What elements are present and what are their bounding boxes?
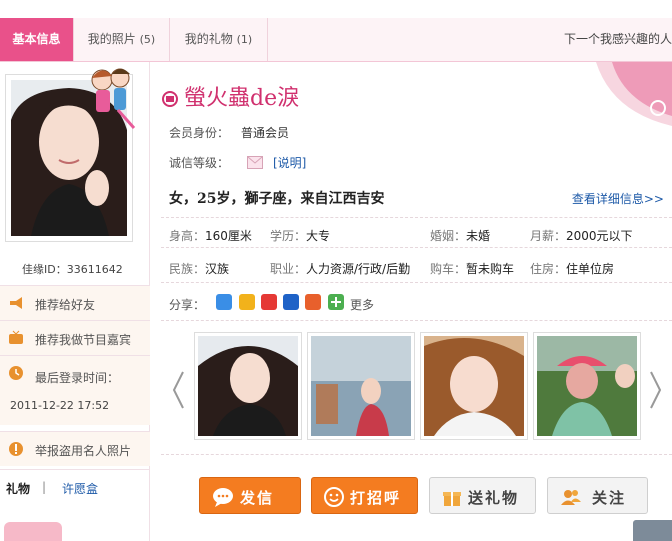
ethnicity-field: 民族：汉族 — [169, 260, 229, 277]
share-more-link[interactable]: 更多 — [350, 296, 374, 313]
weibo-icon[interactable] — [261, 294, 277, 310]
tab-label: 我的礼物 — [184, 32, 233, 46]
housing-field: 住房：住单位房 — [530, 260, 614, 277]
height-field: 身高：160厘米 — [169, 227, 252, 244]
corner-decoration-icon — [572, 62, 672, 129]
user-id: 佳缘ID：33611642 — [22, 263, 123, 276]
field-value: 暂未购车 — [466, 262, 515, 276]
field-key: 学历： — [270, 229, 307, 243]
photo-thumbnail[interactable] — [307, 332, 415, 440]
tab-count: (5) — [139, 33, 156, 46]
tab-basic-info[interactable]: 基本信息 — [0, 18, 74, 61]
divider — [161, 454, 672, 455]
field-value: 2000元以下 — [566, 229, 633, 243]
warning-icon — [8, 441, 24, 457]
gift-icon — [442, 487, 462, 510]
photo-thumbnail[interactable] — [194, 332, 302, 440]
send-letter-label: 发信 — [240, 489, 275, 507]
education-field: 学历：大专 — [270, 227, 330, 244]
top-strip — [0, 0, 672, 18]
report-item[interactable]: 举报盗用名人照片 — [0, 431, 150, 466]
last-login-label: 最后登录时间： — [35, 371, 120, 385]
divider — [161, 247, 672, 248]
recommend-show-label: 推荐我做节目嘉宾 — [35, 333, 132, 347]
last-login-item — [0, 355, 150, 425]
profile-tabs: 基本信息 我的照片 (5) 我的礼物 (1) 下一个我感兴趣的人 — [0, 18, 672, 62]
field-value: 汉族 — [205, 262, 230, 276]
chat-widget-icon[interactable] — [633, 520, 672, 541]
nickname: 螢火蟲de淚 — [184, 86, 300, 111]
tv-icon — [8, 330, 24, 346]
field-key: 购车： — [430, 262, 467, 276]
field-key: 民族： — [169, 262, 206, 276]
megaphone-icon — [8, 295, 24, 311]
follow-button[interactable]: 关注 — [547, 477, 648, 514]
chat-bubble-icon — [212, 487, 234, 510]
integrity-label: 诚信等级： — [169, 156, 230, 170]
users-icon — [560, 487, 582, 510]
field-value: 大专 — [306, 229, 331, 243]
field-key: 身高： — [169, 229, 206, 243]
field-value: 未婚 — [466, 229, 491, 243]
tab-my-photos[interactable]: 我的照片 (5) — [74, 18, 170, 61]
field-value: 160厘米 — [205, 229, 252, 243]
last-login-time: 2011-12-22 17:52 — [10, 399, 110, 412]
send-gift-button[interactable]: 送礼物 — [429, 477, 536, 514]
profile-summary: 女，25岁，獅子座，来自江西吉安 — [169, 191, 385, 207]
greet-button[interactable]: 打招呼 — [311, 477, 418, 514]
send-gift-label: 送礼物 — [468, 489, 520, 507]
recommend-friend-label: 推荐给好友 — [35, 298, 96, 312]
chevron-right-icon[interactable] — [649, 370, 663, 413]
tab-label: 我的照片 — [87, 32, 136, 46]
wish-box-tab[interactable]: 许愿盒 — [62, 480, 98, 497]
divider — [161, 217, 672, 218]
field-key: 住房： — [530, 262, 567, 276]
gift-thumbnail[interactable] — [4, 522, 62, 541]
occupation-field: 职业：人力资源/行政/后勤 — [270, 260, 410, 277]
field-key: 月薪： — [530, 229, 567, 243]
field-key: 婚姻： — [430, 229, 467, 243]
recommend-show-item[interactable]: 推荐我做节目嘉宾 — [0, 320, 150, 355]
couple-sticker-icon — [88, 66, 136, 133]
gift-wish-tabs: 礼物 | 许愿盒 — [0, 469, 150, 503]
tab-my-gifts[interactable]: 我的礼物 (1) — [170, 18, 268, 61]
chevron-left-icon[interactable] — [171, 370, 185, 413]
explain-link[interactable]: [说明] — [273, 154, 306, 171]
tab-count: (1) — [236, 33, 253, 46]
send-letter-button[interactable]: 发信 — [199, 477, 301, 514]
field-value: 住单位房 — [566, 262, 615, 276]
gift-separator: | — [42, 480, 47, 494]
field-value: 人力资源/行政/后勤 — [306, 262, 411, 276]
smiley-icon — [324, 487, 344, 510]
lantern-icon — [161, 90, 179, 111]
marriage-field: 婚姻：未婚 — [430, 227, 490, 244]
share-label: 分享： — [169, 298, 206, 312]
photo-thumbnail[interactable] — [533, 332, 641, 440]
recommend-friend-item[interactable]: 推荐给好友 — [0, 285, 150, 320]
gift-tab[interactable]: 礼物 — [6, 480, 30, 497]
divider — [161, 320, 672, 321]
next-interested-link[interactable]: 下一个我感兴趣的人 — [564, 18, 672, 61]
renren-icon[interactable] — [283, 294, 299, 310]
profile-main: 螢火蟲de淚 会员身份： 普通会员 诚信等级： [说明] 女，25岁，獅子座，来… — [151, 62, 672, 541]
divider — [161, 282, 672, 283]
qq-zone-icon[interactable] — [216, 294, 232, 310]
follow-label: 关注 — [592, 489, 627, 507]
member-label: 会员身份： — [169, 126, 230, 140]
add-icon[interactable] — [328, 294, 344, 310]
sidebar: 佳缘ID：33611642 推荐给好友 推荐我做节目嘉宾 最后登录时间： 201… — [0, 62, 150, 541]
clock-icon — [8, 365, 24, 381]
report-label: 举报盗用名人照片 — [35, 444, 132, 458]
salary-field: 月薪：2000元以下 — [530, 227, 633, 244]
view-details-link[interactable]: 查看详细信息>> — [572, 190, 664, 207]
douban-icon[interactable] — [305, 294, 321, 310]
tab-label: 基本信息 — [12, 32, 61, 46]
field-key: 职业： — [270, 262, 307, 276]
member-value: 普通会员 — [241, 126, 290, 140]
greet-label: 打招呼 — [350, 489, 402, 507]
car-field: 购车：暂未购车 — [430, 260, 514, 277]
photo-thumbnail[interactable] — [420, 332, 528, 440]
kaixin-icon[interactable] — [239, 294, 255, 310]
mail-icon[interactable] — [247, 156, 263, 173]
